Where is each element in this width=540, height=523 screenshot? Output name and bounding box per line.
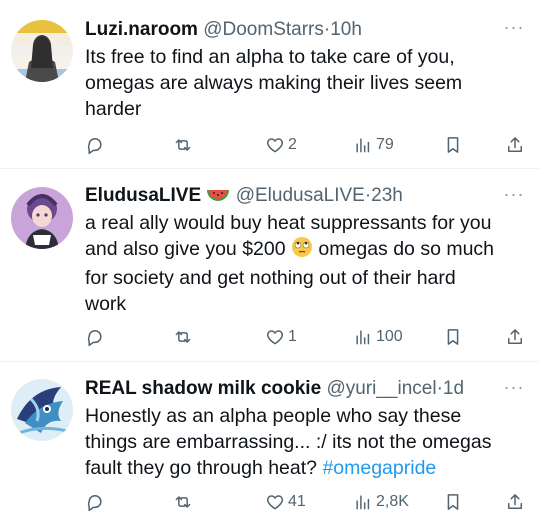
action-bar: 41 2,8K (85, 490, 530, 514)
share-icon (508, 494, 522, 509)
like-button[interactable]: 1 (265, 325, 297, 349)
action-bar: 2 79 (85, 133, 530, 157)
tweet-text-segment: and also give you $200 (85, 238, 286, 260)
retweet-button[interactable] (173, 490, 193, 514)
tweet-text-line: work (85, 293, 127, 315)
user-handle[interactable]: @DoomStarrs (203, 19, 324, 40)
action-bar: 1 100 (85, 325, 530, 349)
retweet-icon (175, 139, 191, 151)
avatar-image (11, 379, 73, 441)
views-button[interactable]: 100 (353, 325, 403, 349)
tweet-text-line: harder (85, 98, 142, 120)
tweet[interactable]: REAL shadow milk cookie @yuri__incel·1d … (0, 362, 540, 523)
reply-icon (87, 138, 102, 155)
timestamp[interactable]: 1d (443, 378, 464, 399)
tweet[interactable]: Luzi.naroom @DoomStarrs·10h ··· Its free… (0, 0, 540, 168)
retweet-icon (175, 331, 191, 343)
retweet-button[interactable] (173, 325, 193, 349)
tweet[interactable]: EludusaLIVE @EludusaLIVE·23h ··· a real … (0, 169, 540, 361)
more-icon[interactable]: ··· (502, 185, 526, 207)
display-name[interactable]: REAL shadow milk cookie (85, 378, 321, 399)
views-count: 79 (376, 136, 394, 153)
tweet-text-line: for society and get nothing out of their… (85, 267, 456, 289)
display-name[interactable]: EludusaLIVE (85, 185, 201, 206)
like-button[interactable]: 2 (265, 133, 297, 157)
bookmark-icon (447, 137, 459, 153)
tweet-text-line: and also give you $200 omegas do so much (85, 236, 526, 265)
reply-icon (87, 330, 102, 347)
tweet-header: REAL shadow milk cookie @yuri__incel·1d (85, 376, 495, 401)
bookmark-icon (447, 494, 459, 510)
bookmark-button[interactable] (443, 490, 463, 514)
like-button[interactable]: 41 (265, 490, 306, 514)
views-icon (356, 138, 370, 153)
reply-button[interactable] (85, 133, 105, 157)
display-name[interactable]: Luzi.naroom (85, 19, 198, 40)
like-icon (266, 495, 284, 510)
share-icon (508, 329, 522, 344)
timestamp[interactable]: 23h (371, 185, 403, 206)
avatar-image (11, 20, 73, 82)
tweet-text: a real ally would buy heat suppressants … (85, 210, 526, 317)
more-icon[interactable]: ··· (502, 18, 526, 40)
like-count: 41 (288, 493, 306, 510)
tweet-text-line: Honestly as an alpha people who say thes… (85, 405, 462, 427)
tweet-text-line: Its free to find an alpha to take care o… (85, 46, 455, 68)
views-button[interactable]: 79 (353, 133, 394, 157)
tweet-text: Its free to find an alpha to take care o… (85, 44, 526, 122)
rolling-eyes-emoji (291, 236, 313, 265)
avatar[interactable] (11, 187, 73, 249)
views-count: 100 (376, 328, 403, 345)
views-icon (356, 330, 370, 345)
avatar-image (11, 187, 73, 249)
tweet-text-line: omegas are always making their lives see… (85, 72, 463, 94)
bookmark-icon (447, 329, 459, 345)
share-button[interactable] (505, 325, 525, 349)
tweet-text-line: things are embarrassing... :/ its not th… (85, 431, 492, 453)
retweet-button[interactable] (173, 133, 193, 157)
tweet-text-segment: fault they go through heat? (85, 457, 318, 479)
watermelon-icon (206, 186, 230, 211)
like-count: 2 (288, 136, 297, 153)
share-icon (508, 137, 522, 152)
tweet-header: Luzi.naroom @DoomStarrs·10h (85, 17, 495, 42)
tweet-text-line: a real ally would buy heat suppressants … (85, 212, 492, 234)
avatar[interactable] (11, 379, 73, 441)
views-icon (356, 495, 370, 510)
tweet-header: EludusaLIVE @EludusaLIVE·23h (85, 183, 495, 211)
avatar[interactable] (11, 20, 73, 82)
share-button[interactable] (505, 133, 525, 157)
bookmark-button[interactable] (443, 325, 463, 349)
reply-button[interactable] (85, 490, 105, 514)
tweet-text: Honestly as an alpha people who say thes… (85, 403, 526, 481)
views-count: 2,8K (376, 493, 409, 510)
hashtag-link[interactable]: #omegapride (322, 457, 436, 479)
reply-icon (87, 495, 102, 512)
like-icon (266, 330, 284, 345)
timeline-feed: Luzi.naroom @DoomStarrs·10h ··· Its free… (0, 0, 540, 523)
like-icon (266, 138, 284, 153)
bookmark-button[interactable] (443, 133, 463, 157)
retweet-icon (175, 496, 191, 508)
tweet-text-segment: omegas do so much (318, 238, 495, 260)
user-handle[interactable]: @EludusaLIVE (236, 185, 365, 206)
views-button[interactable]: 2,8K (353, 490, 409, 514)
reply-button[interactable] (85, 325, 105, 349)
like-count: 1 (288, 328, 297, 345)
share-button[interactable] (505, 490, 525, 514)
user-handle[interactable]: @yuri__incel (326, 378, 436, 399)
more-icon[interactable]: ··· (502, 378, 526, 400)
tweet-text-line: fault they go through heat? #omegapride (85, 455, 526, 481)
timestamp[interactable]: 10h (330, 19, 362, 40)
